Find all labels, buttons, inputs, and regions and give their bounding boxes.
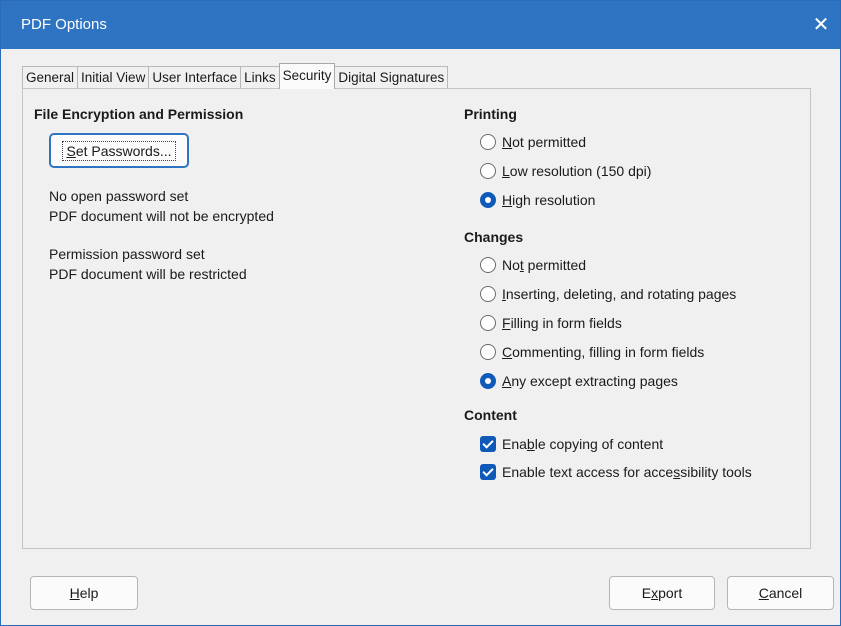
- changes-not-permitted-radio[interactable]: Not permitted: [480, 255, 586, 275]
- radio-icon: [480, 315, 496, 331]
- pdf-options-dialog: PDF Options ✕ General Initial View User …: [0, 0, 841, 626]
- permission-password-status: Permission password set: [49, 246, 205, 262]
- set-passwords-button[interactable]: Set Passwords...: [50, 134, 188, 167]
- enable-accessibility-checkbox[interactable]: Enable text access for accessibility too…: [480, 462, 752, 482]
- radio-icon: [480, 286, 496, 302]
- checkbox-checked-icon: [480, 464, 496, 480]
- set-passwords-label: Set Passwords...: [62, 140, 176, 161]
- option-label: Any except extracting pages: [502, 373, 678, 389]
- help-button[interactable]: Help: [30, 576, 138, 610]
- option-label: Inserting, deleting, and rotating pages: [502, 286, 737, 302]
- export-label: Export: [641, 585, 683, 601]
- title-bar: PDF Options ✕: [1, 1, 840, 49]
- radio-icon: [480, 134, 496, 150]
- printing-high-resolution-radio[interactable]: High resolution: [480, 190, 595, 210]
- checkbox-checked-icon: [480, 436, 496, 452]
- changes-commenting-radio[interactable]: Commenting, filling in form fields: [480, 342, 704, 362]
- option-label: Commenting, filling in form fields: [502, 344, 705, 360]
- tab-bar: General Initial View User Interface Link…: [22, 63, 449, 89]
- changes-inserting-radio[interactable]: Inserting, deleting, and rotating pages: [480, 284, 736, 304]
- encryption-status: PDF document will not be encrypted: [49, 208, 274, 224]
- export-button[interactable]: Export: [609, 576, 715, 610]
- content-heading: Content: [464, 407, 517, 423]
- help-label: Help: [69, 585, 99, 601]
- option-label: Low resolution (150 dpi): [502, 163, 652, 179]
- option-label: Enable text access for accessibility too…: [502, 464, 752, 480]
- security-panel: File Encryption and Permission Set Passw…: [22, 88, 811, 549]
- printing-not-permitted-radio[interactable]: Not permitted: [480, 132, 586, 152]
- printing-low-resolution-radio[interactable]: Low resolution (150 dpi): [480, 161, 651, 181]
- radio-icon: [480, 163, 496, 179]
- option-label: Enable copying of content: [502, 436, 664, 452]
- tab-user-interface[interactable]: User Interface: [148, 66, 242, 89]
- tab-general[interactable]: General: [22, 66, 79, 89]
- close-icon[interactable]: ✕: [808, 11, 834, 37]
- option-label: Not permitted: [502, 257, 587, 273]
- tab-links[interactable]: Links: [240, 66, 280, 89]
- changes-filling-forms-radio[interactable]: Filling in form fields: [480, 313, 622, 333]
- encryption-heading: File Encryption and Permission: [34, 106, 244, 122]
- radio-selected-icon: [480, 373, 496, 389]
- tab-initial-view[interactable]: Initial View: [77, 66, 150, 89]
- restriction-status: PDF document will be restricted: [49, 266, 247, 282]
- option-label: High resolution: [502, 192, 596, 208]
- radio-selected-icon: [480, 192, 496, 208]
- cancel-label: Cancel: [758, 585, 803, 601]
- changes-any-except-extracting-radio[interactable]: Any except extracting pages: [480, 371, 678, 391]
- enable-copying-checkbox[interactable]: Enable copying of content: [480, 434, 663, 454]
- changes-heading: Changes: [464, 229, 524, 245]
- cancel-button[interactable]: Cancel: [727, 576, 834, 610]
- tab-security[interactable]: Security: [278, 63, 336, 89]
- open-password-status: No open password set: [49, 188, 189, 204]
- option-label: Not permitted: [502, 134, 587, 150]
- radio-icon: [480, 257, 496, 273]
- printing-heading: Printing: [464, 106, 517, 122]
- option-label: Filling in form fields: [502, 315, 622, 331]
- dialog-title: PDF Options: [21, 16, 107, 33]
- radio-icon: [480, 344, 496, 360]
- tab-digital-signatures[interactable]: Digital Signatures: [334, 66, 449, 89]
